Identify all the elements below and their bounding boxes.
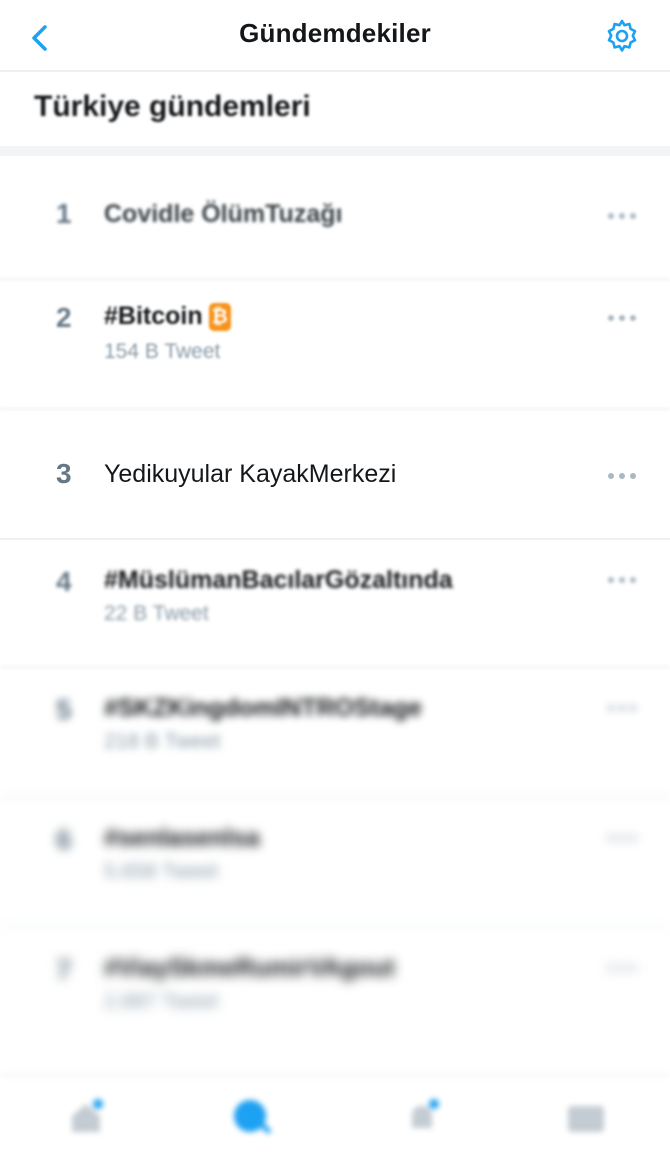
trend-item[interactable]: 7 #ViaySkmeRumirVAgout 2.887 Tweet (0, 928, 670, 1058)
trend-item[interactable]: 5 #SKZKingdomINTROStage 218 B Tweet (0, 668, 670, 798)
trend-item[interactable]: 1 Covidle ÖlümTuzağı (0, 156, 670, 280)
trend-rank: 7 (56, 954, 72, 985)
more-button[interactable] (608, 698, 636, 718)
trend-name-text: #Bitcoin (104, 302, 203, 330)
page-title: Gündemdekiler (239, 18, 431, 48)
search-icon (234, 1100, 271, 1134)
trend-item[interactable]: 2 #Bitcoin ₿ 154 B Tweet (0, 280, 670, 410)
tweet-count: 218 B Tweet (104, 730, 221, 753)
trend-rank: 5 (56, 694, 72, 725)
trend-name: #SKZKingdomINTROStage (104, 694, 423, 722)
trend-item[interactable]: 6 #senlasenlsa 5.658 Tweet (0, 798, 670, 928)
messages-icon (568, 1106, 604, 1132)
trend-rank: 2 (56, 302, 72, 333)
tab-notifications[interactable] (398, 1094, 446, 1142)
more-button[interactable] (608, 206, 636, 226)
tab-messages[interactable] (562, 1094, 610, 1142)
more-button[interactable] (608, 958, 636, 978)
more-button[interactable] (608, 828, 636, 848)
top-navigation-bar: Gündemdekiler (0, 0, 670, 72)
section-title: Türkiye gündemleri (34, 90, 311, 123)
notifications-icon (412, 1099, 439, 1128)
tweet-count: 154 B Tweet (104, 340, 221, 363)
trend-rank: 6 (56, 824, 72, 855)
gear-icon (607, 19, 637, 52)
home-icon (72, 1099, 103, 1132)
trend-name: #ViaySkmeRumirVAgout (104, 954, 395, 982)
trend-name: Yedikuyular KayakMerkezi (104, 460, 397, 488)
trend-name: #MüslümanBacılarGözaltında (104, 566, 453, 594)
trend-item[interactable]: 4 #MüslümanBacılarGözaltında 22 B Tweet (0, 540, 670, 668)
trend-rank: 3 (56, 458, 72, 489)
trend-name: #Bitcoin ₿ (104, 302, 231, 332)
tab-search[interactable] (228, 1094, 276, 1142)
trend-name: #senlasenlsa (104, 824, 260, 852)
tweet-count: 5.658 Tweet (104, 860, 219, 883)
bitcoin-emoji-icon: ₿ (208, 303, 231, 332)
tab-home[interactable] (62, 1094, 110, 1142)
trend-rank: 4 (56, 566, 72, 597)
trend-item[interactable]: 3 Yedikuyular KayakMerkezi (0, 410, 670, 540)
trend-list: 1 Covidle ÖlümTuzağı 2 #Bitcoin ₿ 154 B T… (0, 156, 670, 1058)
tweet-count: 22 B Tweet (104, 602, 209, 625)
trend-rank: 1 (56, 198, 72, 229)
more-button[interactable] (608, 570, 636, 590)
tweet-count: 2.887 Tweet (104, 990, 219, 1013)
trend-name: Covidle ÖlümTuzağı (104, 200, 343, 228)
settings-button[interactable] (602, 16, 642, 56)
more-button[interactable] (608, 466, 636, 486)
more-button[interactable] (608, 308, 636, 328)
section-divider (0, 146, 670, 156)
bottom-tab-bar (0, 1074, 670, 1158)
